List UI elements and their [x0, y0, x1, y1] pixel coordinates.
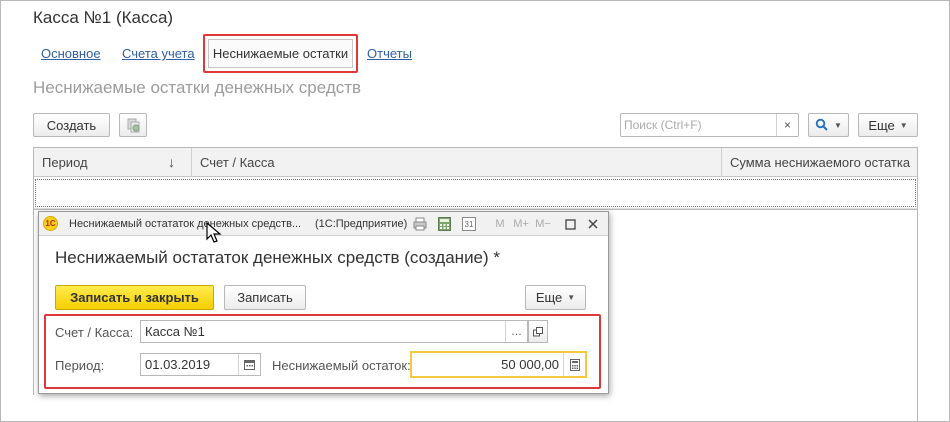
tab-reports[interactable]: Отчеты: [367, 46, 412, 61]
maximize-icon[interactable]: [564, 216, 576, 232]
table-row[interactable]: [34, 178, 917, 209]
dialog-caption: Неснижаемый остататок денежных средств..…: [69, 218, 302, 230]
memory-plus-icon[interactable]: M+: [513, 216, 529, 232]
save-and-close-button[interactable]: Записать и закрыть: [55, 285, 214, 310]
chevron-down-icon: ▼: [899, 120, 908, 130]
open-icon: [533, 326, 543, 336]
mouse-cursor-icon: [206, 222, 222, 243]
search-button[interactable]: ▼: [808, 113, 849, 137]
search-input[interactable]: [621, 114, 777, 136]
create-dialog: 1С Неснижаемый остататок денежных средст…: [38, 211, 609, 394]
more-button-label: Еще: [868, 117, 895, 133]
column-header-period[interactable]: Период: [42, 148, 88, 177]
dialog-more-label: Еще: [535, 290, 563, 305]
calendar-icon[interactable]: 31: [462, 217, 476, 231]
memory-minus-icon[interactable]: M−: [535, 216, 551, 232]
period-value: 01.03.2019: [145, 357, 211, 372]
save-button[interactable]: Записать: [224, 285, 306, 310]
balance-value: 50 000,00: [501, 357, 559, 372]
app-logo-icon: 1С: [43, 216, 58, 231]
search-box: ×: [620, 113, 799, 137]
column-header-amount[interactable]: Сумма неснижаемого остатка: [730, 148, 910, 177]
list-border: [917, 210, 918, 422]
tab-balances-highlight: Неснижаемые остатки: [203, 34, 358, 73]
account-label: Счет / Касса:: [55, 325, 134, 340]
close-icon[interactable]: [587, 216, 599, 232]
balances-table: Период ↓ Счет / Касса Сумма неснижаемого…: [33, 147, 918, 210]
column-header-account[interactable]: Счет / Касса: [200, 148, 275, 177]
ellipsis-icon[interactable]: …: [505, 321, 527, 342]
period-label: Период:: [55, 358, 105, 373]
print-icon[interactable]: [413, 216, 427, 232]
copy-button[interactable]: [119, 113, 147, 137]
table-header: Период ↓ Счет / Касса Сумма неснижаемого…: [34, 148, 917, 177]
calculator-icon[interactable]: [437, 216, 451, 232]
section-title: Неснижаемые остатки денежных средств: [33, 78, 362, 97]
calculator-icon[interactable]: [563, 353, 585, 376]
calendar-icon[interactable]: [238, 354, 260, 375]
column-divider[interactable]: [191, 148, 192, 177]
balance-label: Неснижаемый остаток:: [272, 358, 411, 373]
copy-icon: [127, 118, 140, 133]
account-value: Касса №1: [145, 324, 205, 339]
page-title: Касса №1 (Касса): [33, 8, 174, 27]
create-button[interactable]: Создать: [33, 113, 110, 137]
search-icon: [815, 118, 828, 131]
chevron-down-icon: ▼: [834, 120, 842, 130]
balance-field[interactable]: 50 000,00: [410, 351, 587, 378]
open-account-button[interactable]: [528, 320, 548, 343]
memory-icon[interactable]: M: [494, 216, 506, 232]
dialog-title: Неснижаемый остататок денежных средств (…: [55, 248, 501, 267]
period-field[interactable]: 01.03.2019: [140, 353, 261, 376]
tab-main[interactable]: Основное: [41, 46, 101, 61]
dialog-app-name: (1С:Предприятие): [315, 218, 408, 230]
tab-accounts[interactable]: Счета учета: [122, 46, 195, 61]
sort-desc-icon: ↓: [168, 154, 175, 170]
more-button[interactable]: Еще ▼: [858, 113, 918, 137]
dialog-titlebar[interactable]: 1С Неснижаемый остататок денежных средст…: [39, 212, 608, 236]
dialog-more-button[interactable]: Еще ▼: [525, 285, 586, 310]
tab-balances[interactable]: Неснижаемые остатки: [208, 39, 353, 68]
column-divider[interactable]: [721, 148, 722, 177]
clear-search-button[interactable]: ×: [776, 114, 798, 136]
row-focus-frame: [35, 179, 916, 207]
account-field[interactable]: Касса №1 …: [140, 320, 528, 343]
list-border: [33, 210, 34, 395]
chevron-down-icon: ▼: [567, 293, 576, 302]
